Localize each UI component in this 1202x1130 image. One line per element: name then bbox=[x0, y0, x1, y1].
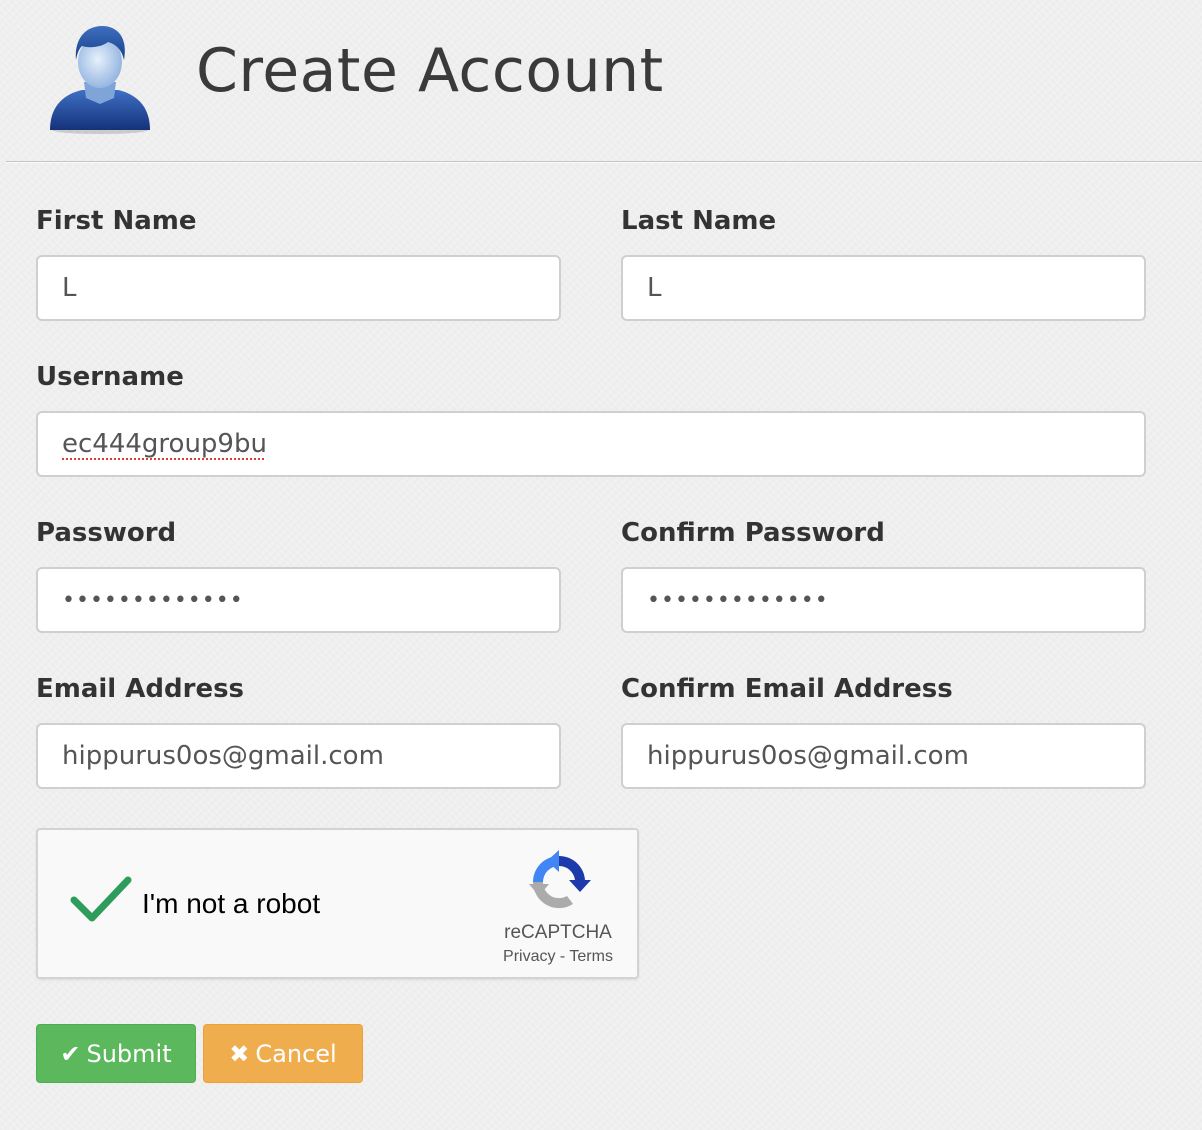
terms-link[interactable]: Terms bbox=[569, 948, 613, 965]
user-avatar-icon bbox=[50, 26, 150, 134]
x-icon: ✖ bbox=[229, 1039, 250, 1068]
recaptcha-brand: reCAPTCHA bbox=[504, 922, 612, 943]
first-name-input[interactable]: L bbox=[36, 255, 561, 321]
privacy-link[interactable]: Privacy bbox=[503, 948, 555, 965]
confirm-password-value: ••••••••••••• bbox=[647, 587, 829, 613]
username-label: Username bbox=[36, 362, 184, 392]
confirm-email-input[interactable]: hippurus0os@gmail.com bbox=[621, 723, 1146, 789]
cancel-label: Cancel bbox=[255, 1039, 337, 1068]
page-header: Create Account bbox=[0, 0, 1202, 163]
confirm-password-label: Confirm Password bbox=[621, 518, 885, 548]
recaptcha-logo-icon bbox=[529, 850, 591, 909]
last-name-input[interactable]: L bbox=[621, 255, 1146, 321]
page-title: Create Account bbox=[196, 36, 664, 106]
last-name-label: Last Name bbox=[621, 206, 777, 236]
first-name-value: L bbox=[62, 273, 77, 303]
password-label: Password bbox=[36, 518, 177, 548]
captcha-checkmark-icon[interactable] bbox=[70, 874, 132, 924]
confirm-email-label: Confirm Email Address bbox=[621, 674, 953, 704]
header-divider bbox=[6, 161, 1202, 163]
email-input[interactable]: hippurus0os@gmail.com bbox=[36, 723, 561, 789]
confirm-email-value: hippurus0os@gmail.com bbox=[647, 741, 969, 771]
username-value: ec444group9bu bbox=[62, 429, 267, 459]
checkmark-icon: ✔ bbox=[60, 1039, 81, 1068]
last-name-value: L bbox=[647, 273, 662, 303]
confirm-password-input[interactable]: ••••••••••••• bbox=[621, 567, 1146, 633]
username-input[interactable]: ec444group9bu bbox=[36, 411, 1146, 477]
recaptcha-links: Privacy - Terms bbox=[478, 948, 638, 966]
cancel-button[interactable]: ✖ Cancel bbox=[203, 1024, 363, 1083]
password-value: ••••••••••••• bbox=[62, 587, 244, 613]
first-name-label: First Name bbox=[36, 206, 197, 236]
submit-label: Submit bbox=[86, 1039, 172, 1068]
password-input[interactable]: ••••••••••••• bbox=[36, 567, 561, 633]
recaptcha-widget: I'm not a robot reCAPTCHA Privacy - Term… bbox=[36, 828, 639, 979]
email-label: Email Address bbox=[36, 674, 245, 704]
email-value: hippurus0os@gmail.com bbox=[62, 741, 384, 771]
submit-button[interactable]: ✔ Submit bbox=[36, 1024, 196, 1083]
captcha-label: I'm not a robot bbox=[142, 888, 321, 919]
links-separator: - bbox=[555, 948, 570, 965]
